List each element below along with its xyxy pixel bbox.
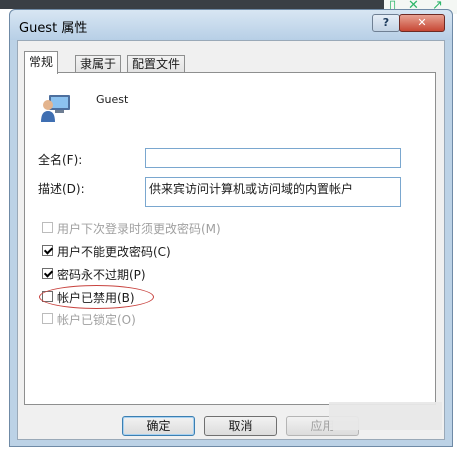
- checkbox-label: 帐户已锁定(O): [57, 313, 136, 327]
- checkbox-label: 用户不能更改密码(C): [57, 245, 171, 259]
- help-button[interactable]: ?: [372, 14, 400, 32]
- checkbox-box[interactable]: [42, 268, 53, 279]
- description-label: 描述(D):: [38, 182, 85, 196]
- general-panel: Guest 全名(F): 描述(D): 供来宾访问计算机或访问域的内置帐户 用户…: [24, 72, 436, 405]
- tab-member-of[interactable]: 隶属于: [75, 55, 122, 73]
- annotation-circle: [39, 285, 154, 309]
- user-icon: [41, 95, 70, 122]
- properties-dialog: Guest 属性 ? ✕ 常规 隶属于 配置文件 Guest 全名(F): 描述…: [9, 9, 453, 447]
- fullname-label: 全名(F):: [38, 153, 83, 167]
- tab-profile[interactable]: 配置文件: [127, 55, 186, 73]
- checkbox-box[interactable]: [42, 222, 53, 233]
- checkbox-label: 用户下次登录时须更改密码(M): [57, 222, 221, 236]
- description-input[interactable]: 供来宾访问计算机或访问域的内置帐户: [145, 177, 401, 207]
- title-bar[interactable]: Guest 属性 ? ✕: [10, 10, 452, 40]
- window-title: Guest 属性: [19, 21, 88, 36]
- dialog-client-area: 常规 隶属于 配置文件 Guest 全名(F): 描述(D): 供来宾访问计算机…: [17, 40, 445, 440]
- close-button[interactable]: ✕: [399, 14, 445, 32]
- tab-general[interactable]: 常规: [24, 51, 59, 74]
- checkbox-box[interactable]: [42, 245, 53, 256]
- checkbox-label: 密码永不过期(P): [57, 268, 146, 282]
- fullname-input[interactable]: [145, 148, 401, 168]
- user-name: Guest: [96, 93, 129, 106]
- cancel-button[interactable]: 取消: [204, 416, 277, 436]
- checkbox-box[interactable]: [42, 313, 53, 324]
- blurred-overlay: [329, 402, 442, 430]
- ok-button[interactable]: 确定: [122, 416, 195, 436]
